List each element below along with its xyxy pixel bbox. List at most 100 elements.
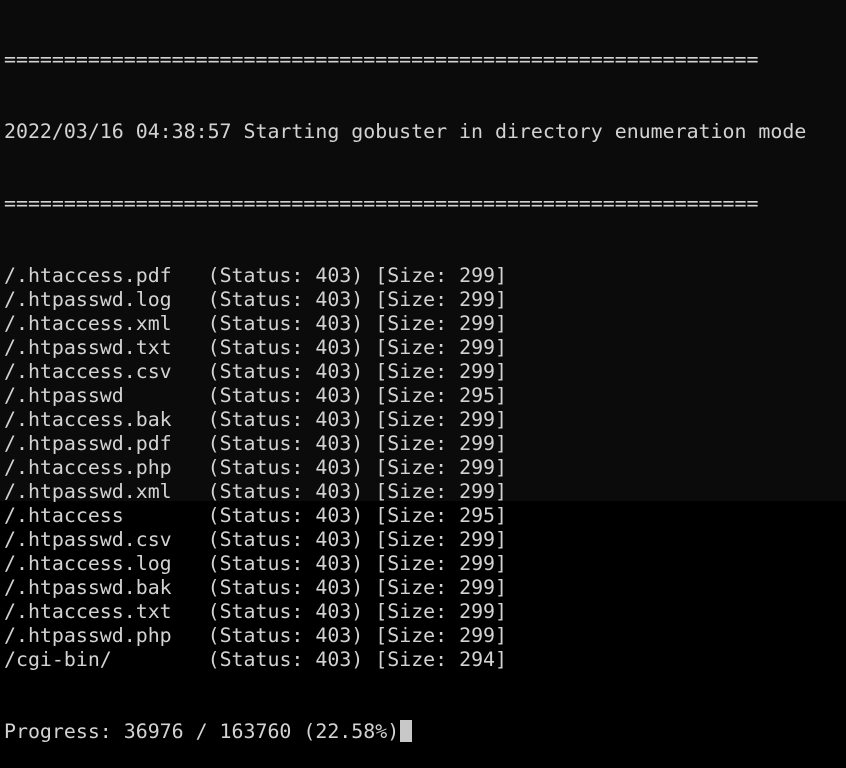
result-spacer: [172, 432, 208, 455]
result-row: /.htpasswd.bak (Status: 403) [Size: 299]: [4, 576, 846, 600]
result-path: /.htaccess.xml: [4, 312, 172, 335]
result-spacer: [363, 504, 375, 527]
result-spacer: [363, 648, 375, 671]
result-spacer: [124, 504, 208, 527]
result-path: /.htpasswd.pdf: [4, 432, 172, 455]
result-status: (Status: 403): [207, 624, 364, 647]
result-size: [Size: 299]: [375, 288, 507, 311]
result-spacer: [172, 336, 208, 359]
result-status: (Status: 403): [207, 408, 364, 431]
result-path: /.htpasswd.txt: [4, 336, 172, 359]
result-spacer: [363, 336, 375, 359]
result-size: [Size: 299]: [375, 432, 507, 455]
result-size: [Size: 299]: [375, 408, 507, 431]
result-path: /.htpasswd.log: [4, 288, 172, 311]
result-path: /.htaccess.txt: [4, 600, 172, 623]
result-spacer: [363, 408, 375, 431]
result-size: [Size: 295]: [375, 384, 507, 407]
separator-rule-top: ========================================…: [4, 48, 759, 71]
result-row: /.htaccess.php (Status: 403) [Size: 299]: [4, 456, 846, 480]
result-status: (Status: 403): [207, 264, 364, 287]
result-path: /.htaccess.bak: [4, 408, 172, 431]
result-size: [Size: 299]: [375, 600, 507, 623]
result-status: (Status: 403): [207, 288, 364, 311]
result-row: /.htaccess (Status: 403) [Size: 295]: [4, 504, 846, 528]
result-status: (Status: 403): [207, 432, 364, 455]
result-spacer: [172, 456, 208, 479]
result-row: /.htpasswd.csv (Status: 403) [Size: 299]: [4, 528, 846, 552]
result-spacer: [363, 312, 375, 335]
result-row: /.htaccess.xml (Status: 403) [Size: 299]: [4, 312, 846, 336]
result-spacer: [172, 288, 208, 311]
result-status: (Status: 403): [207, 648, 364, 671]
result-path: /cgi-bin/: [4, 648, 112, 671]
result-path: /.htpasswd.php: [4, 624, 172, 647]
result-spacer: [172, 312, 208, 335]
result-status: (Status: 403): [207, 336, 364, 359]
result-status: (Status: 403): [207, 552, 364, 575]
terminal-cursor: [400, 720, 413, 742]
progress-text: Progress: 36976 / 163760 (22.58%): [4, 720, 400, 743]
result-spacer: [172, 480, 208, 503]
result-row: /.htpasswd.php (Status: 403) [Size: 299]: [4, 624, 846, 648]
separator-rule-bottom: ========================================…: [4, 192, 759, 215]
result-row: /.htpasswd.pdf (Status: 403) [Size: 299]: [4, 432, 846, 456]
result-path: /.htpasswd: [4, 384, 124, 407]
results-list: /.htaccess.pdf (Status: 403) [Size: 299]…: [4, 264, 846, 672]
result-spacer: [363, 552, 375, 575]
result-spacer: [363, 456, 375, 479]
result-spacer: [363, 360, 375, 383]
result-spacer: [172, 576, 208, 599]
result-row: /.htaccess.pdf (Status: 403) [Size: 299]: [4, 264, 846, 288]
result-path: /.htaccess: [4, 504, 124, 527]
result-spacer: [363, 264, 375, 287]
result-status: (Status: 403): [207, 504, 364, 527]
result-size: [Size: 299]: [375, 336, 507, 359]
result-path: /.htpasswd.xml: [4, 480, 172, 503]
result-spacer: [363, 600, 375, 623]
result-size: [Size: 295]: [375, 504, 507, 527]
result-status: (Status: 403): [207, 528, 364, 551]
result-size: [Size: 299]: [375, 264, 507, 287]
result-size: [Size: 299]: [375, 360, 507, 383]
result-status: (Status: 403): [207, 456, 364, 479]
result-spacer: [363, 624, 375, 647]
result-spacer: [172, 624, 208, 647]
result-row: /.htaccess.csv (Status: 403) [Size: 299]: [4, 360, 846, 384]
result-path: /.htpasswd.bak: [4, 576, 172, 599]
result-status: (Status: 403): [207, 384, 364, 407]
result-spacer: [363, 288, 375, 311]
result-size: [Size: 299]: [375, 480, 507, 503]
result-spacer: [172, 528, 208, 551]
result-spacer: [363, 432, 375, 455]
result-spacer: [124, 384, 208, 407]
result-status: (Status: 403): [207, 312, 364, 335]
result-spacer: [172, 360, 208, 383]
result-size: [Size: 299]: [375, 576, 507, 599]
result-status: (Status: 403): [207, 360, 364, 383]
result-spacer: [112, 648, 208, 671]
result-row: /cgi-bin/ (Status: 403) [Size: 294]: [4, 648, 846, 672]
result-path: /.htaccess.php: [4, 456, 172, 479]
result-spacer: [363, 576, 375, 599]
terminal-window[interactable]: ========================================…: [0, 0, 846, 743]
result-status: (Status: 403): [207, 480, 364, 503]
result-row: /.htpasswd.log (Status: 403) [Size: 299]: [4, 288, 846, 312]
progress-line: Progress: 36976 / 163760 (22.58%): [4, 720, 846, 744]
result-status: (Status: 403): [207, 600, 364, 623]
result-size: [Size: 299]: [375, 552, 507, 575]
result-path: /.htaccess.pdf: [4, 264, 172, 287]
result-size: [Size: 299]: [375, 456, 507, 479]
result-row: /.htaccess.log (Status: 403) [Size: 299]: [4, 552, 846, 576]
result-spacer: [363, 528, 375, 551]
result-row: /.htaccess.txt (Status: 403) [Size: 299]: [4, 600, 846, 624]
result-row: /.htaccess.bak (Status: 403) [Size: 299]: [4, 408, 846, 432]
result-path: /.htaccess.csv: [4, 360, 172, 383]
result-size: [Size: 299]: [375, 312, 507, 335]
result-spacer: [172, 264, 208, 287]
result-path: /.htpasswd.csv: [4, 528, 172, 551]
result-size: [Size: 299]: [375, 528, 507, 551]
result-status: (Status: 403): [207, 576, 364, 599]
result-spacer: [172, 552, 208, 575]
result-row: /.htpasswd (Status: 403) [Size: 295]: [4, 384, 846, 408]
